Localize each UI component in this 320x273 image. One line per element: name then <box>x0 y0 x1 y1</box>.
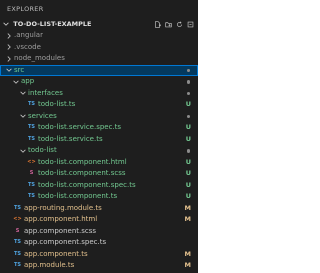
new-folder-icon[interactable] <box>165 21 172 28</box>
tree-label: todo-list.service.spec.ts <box>38 123 122 131</box>
tree-label: interfaces <box>28 88 63 97</box>
git-status-badge: M <box>184 249 191 258</box>
typescript-file-icon: TS <box>27 135 35 142</box>
tree-label: .angular <box>14 31 43 39</box>
git-status-badge: U <box>185 180 191 189</box>
tree-label: todo-list <box>28 146 57 154</box>
chevron-down-icon[interactable] <box>6 67 12 73</box>
tree-row-folder-angular[interactable]: .angular <box>0 30 198 42</box>
project-header[interactable]: TO-DO-LIST-EXAMPLE <box>0 18 198 30</box>
git-status-badge: U <box>185 123 191 131</box>
tree-row-file-service-ts[interactable]: TS todo-list.service.ts U <box>0 134 198 146</box>
chevron-right-icon[interactable] <box>6 33 12 39</box>
typescript-file-icon: TS <box>13 239 21 245</box>
chevron-right-icon[interactable] <box>6 44 12 50</box>
tree-row-folder-todo-list[interactable]: todo-list <box>0 145 198 157</box>
tree-row-folder-vscode[interactable]: .vscode <box>0 42 198 54</box>
tree-row-folder-services[interactable]: services <box>0 111 198 123</box>
tree-row-file-component-ts[interactable]: TS todo-list.component.ts U <box>0 191 198 203</box>
project-name: TO-DO-LIST-EXAMPLE <box>13 20 92 28</box>
chevron-down-icon[interactable] <box>20 90 26 96</box>
tree-label: todo-list.ts <box>38 100 76 108</box>
tree-label: services <box>28 111 57 120</box>
tree-label: todo-list.component.scss <box>38 169 126 177</box>
tree-row-folder-app[interactable]: app <box>0 76 198 88</box>
tree-label: todo-list.component.ts <box>38 192 118 200</box>
git-status-badge: M <box>184 261 191 269</box>
tree-row-folder-interfaces[interactable]: interfaces <box>0 88 198 100</box>
tree-row-file-app-component-html[interactable]: <> app.component.html M <box>0 214 198 226</box>
typescript-file-icon: TS <box>13 250 21 257</box>
tree-row-file-component-spec-ts[interactable]: TS todo-list.component.spec.ts U <box>0 180 198 192</box>
tree-row-file-component-scss[interactable]: Stodo-list.component.scss U <box>0 168 198 180</box>
html-file-icon: <> <box>13 216 22 222</box>
chevron-right-icon[interactable] <box>6 56 12 62</box>
explorer-panel: EXPLORER TO-DO-LIST-EXAMPLE .angular .vs… <box>0 0 198 273</box>
tree-label: todo-list.component.html <box>38 157 127 166</box>
tree-row-file-app-module-ts[interactable]: TS app.module.ts M <box>0 260 198 272</box>
tree-row-folder-src[interactable]: src <box>0 64 198 76</box>
explorer-actions <box>154 18 194 30</box>
typescript-file-icon: TS <box>27 124 35 130</box>
tree-label: app.component.scss <box>24 226 97 235</box>
tree-row-folder-node-modules[interactable]: node_modules <box>0 53 198 65</box>
collapse-all-icon[interactable] <box>187 21 194 28</box>
file-tree: .angular .vscode node_modulessrc app interfa… <box>0 30 198 272</box>
tree-label: app.component.spec.ts <box>24 238 107 246</box>
refresh-icon[interactable] <box>176 21 183 28</box>
git-status-badge: U <box>185 192 191 200</box>
tree-row-file-app-routing-module-ts[interactable]: TS app-routing.module.ts M <box>0 203 198 215</box>
tree-label: app.module.ts <box>24 261 75 269</box>
git-status-badge: U <box>185 169 191 177</box>
tree-label: app <box>21 77 35 85</box>
git-status-badge: M <box>184 215 191 223</box>
chevron-down-icon[interactable] <box>20 113 26 119</box>
tree-label: app.component.html <box>24 215 98 223</box>
tree-row-file-app-component-ts[interactable]: TS app.component.ts M <box>0 249 198 261</box>
new-file-icon[interactable] <box>154 20 161 28</box>
tree-label: .vscode <box>14 42 41 51</box>
git-change-dot <box>186 91 190 95</box>
explorer-title: EXPLORER <box>7 5 44 13</box>
typescript-file-icon: TS <box>13 204 21 211</box>
git-status-badge: M <box>184 203 191 212</box>
tree-label: todo-list.component.spec.ts <box>38 180 136 189</box>
tree-row-file-app-component-scss[interactable]: Sapp.component.scss <box>0 226 198 238</box>
typescript-file-icon: TS <box>27 101 35 107</box>
tree-label: app-routing.module.ts <box>24 203 102 212</box>
chevron-down-icon[interactable] <box>20 148 26 154</box>
git-change-dot <box>186 68 190 72</box>
git-change-dot <box>186 149 190 153</box>
chevron-down-icon[interactable] <box>13 79 19 85</box>
scss-file-icon: S <box>15 227 20 234</box>
tree-row-file-component-html[interactable]: <> todo-list.component.html U <box>0 157 198 169</box>
tree-row-file-app-component-spec-ts[interactable]: TS app.component.spec.ts <box>0 237 198 249</box>
html-file-icon: <> <box>27 158 36 165</box>
git-status-badge: U <box>185 134 191 143</box>
git-status-badge: U <box>185 157 191 166</box>
typescript-file-icon: TS <box>13 262 21 268</box>
git-status-badge: U <box>185 100 191 108</box>
tree-row-file-service-spec-ts[interactable]: TS todo-list.service.spec.ts U <box>0 122 198 134</box>
typescript-file-icon: TS <box>27 193 35 199</box>
tree-label: node_modules <box>14 54 65 62</box>
git-change-dot <box>186 80 190 84</box>
chevron-down-icon <box>3 22 9 26</box>
typescript-file-icon: TS <box>27 181 35 188</box>
tree-label: todo-list.service.ts <box>38 134 103 143</box>
scss-file-icon: S <box>29 170 34 176</box>
tree-row-file-todo-list-ts[interactable]: TS todo-list.ts U <box>0 99 198 111</box>
tree-label: src <box>14 65 25 74</box>
git-change-dot <box>186 114 190 118</box>
tree-label: app.component.ts <box>24 249 88 258</box>
